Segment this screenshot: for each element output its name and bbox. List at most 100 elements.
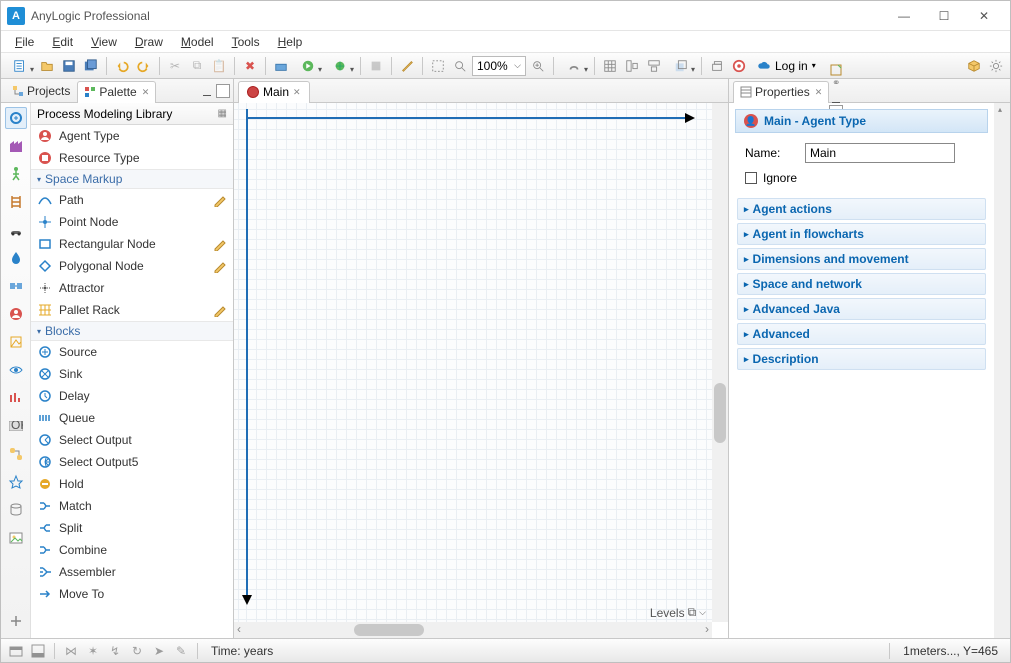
- section-description[interactable]: Description: [737, 348, 986, 370]
- save-button[interactable]: [59, 56, 79, 76]
- cat-connectivity[interactable]: [5, 499, 27, 521]
- menu-file[interactable]: File: [7, 33, 42, 51]
- item-select-output5[interactable]: Select Output5: [31, 451, 233, 473]
- align-v-button[interactable]: [644, 56, 664, 76]
- redo-button[interactable]: [134, 56, 154, 76]
- item-poly-node[interactable]: Polygonal Node: [31, 255, 233, 277]
- item-assembler[interactable]: Assembler: [31, 561, 233, 583]
- scrollbar-horizontal[interactable]: [234, 622, 712, 638]
- section-agent-flowcharts[interactable]: Agent in flowcharts: [737, 223, 986, 245]
- item-attractor[interactable]: Attractor: [31, 277, 233, 299]
- item-match[interactable]: Match: [31, 495, 233, 517]
- canvas-grid[interactable]: [234, 103, 712, 622]
- close-button[interactable]: ✕: [964, 2, 1004, 30]
- section-agent-actions[interactable]: Agent actions: [737, 198, 986, 220]
- section-space-network[interactable]: Space and network: [737, 273, 986, 295]
- zoom-in-button[interactable]: [528, 56, 548, 76]
- sb-snap5-icon[interactable]: ➤: [150, 642, 168, 660]
- cat-analysis[interactable]: [5, 387, 27, 409]
- group-blocks[interactable]: Blocks: [31, 321, 233, 341]
- tab-properties[interactable]: Properties ✕: [733, 81, 829, 103]
- item-move-to[interactable]: Move To: [31, 583, 233, 605]
- minimize-view-button[interactable]: [200, 84, 214, 98]
- order-button[interactable]: [666, 56, 696, 76]
- canvas-area[interactable]: Levels ⧉ ⌵: [234, 103, 728, 638]
- close-icon[interactable]: ✕: [142, 87, 150, 98]
- cut-button[interactable]: ✂: [165, 56, 185, 76]
- run-button[interactable]: [293, 56, 323, 76]
- tab-projects[interactable]: Projects: [5, 80, 77, 102]
- stop-button[interactable]: [366, 56, 386, 76]
- cat-add[interactable]: [5, 610, 27, 632]
- cat-presentation[interactable]: [5, 331, 27, 353]
- cat-action[interactable]: [5, 471, 27, 493]
- menu-help[interactable]: Help: [270, 33, 311, 51]
- maximize-view-button[interactable]: [216, 84, 230, 98]
- item-rect-node[interactable]: Rectangular Node: [31, 233, 233, 255]
- new-button[interactable]: [5, 56, 35, 76]
- open-button[interactable]: [37, 56, 57, 76]
- close-icon[interactable]: ✕: [293, 87, 301, 98]
- menu-tools[interactable]: Tools: [224, 33, 268, 51]
- sb-view-icon[interactable]: [7, 642, 25, 660]
- item-resource-type[interactable]: Resource Type: [31, 147, 233, 169]
- section-advanced[interactable]: Advanced: [737, 323, 986, 345]
- cat-system[interactable]: [5, 275, 27, 297]
- cat-controls[interactable]: OK: [5, 415, 27, 437]
- copy-button[interactable]: ⧉: [187, 56, 207, 76]
- maximize-button[interactable]: ☐: [924, 2, 964, 30]
- props-action-icon[interactable]: [829, 63, 843, 77]
- sb-snap3-icon[interactable]: ↯: [106, 642, 124, 660]
- item-point-node[interactable]: Point Node: [31, 211, 233, 233]
- grid-view-icon[interactable]: ▦: [218, 108, 227, 119]
- help-icon[interactable]: [729, 56, 749, 76]
- grid-button[interactable]: [600, 56, 620, 76]
- cat-rail[interactable]: [5, 191, 27, 213]
- zoom-fit-button[interactable]: [428, 56, 448, 76]
- item-agent-type[interactable]: Agent Type: [31, 125, 233, 147]
- item-pallet-rack[interactable]: Pallet Rack: [31, 299, 233, 321]
- login-button[interactable]: Log in ▾: [751, 56, 822, 76]
- sb-snap6-icon[interactable]: ✎: [172, 642, 190, 660]
- zoom-out-button[interactable]: [450, 56, 470, 76]
- group-space-markup[interactable]: Space Markup: [31, 169, 233, 189]
- section-advanced-java[interactable]: Advanced Java: [737, 298, 986, 320]
- cat-space[interactable]: [5, 359, 27, 381]
- layers-button[interactable]: [707, 56, 727, 76]
- debug-button[interactable]: [325, 56, 355, 76]
- item-source[interactable]: Source: [31, 341, 233, 363]
- item-queue[interactable]: Queue: [31, 407, 233, 429]
- cube-icon[interactable]: [964, 56, 984, 76]
- item-select-output[interactable]: Select Output: [31, 429, 233, 451]
- sb-snap4-icon[interactable]: ↻: [128, 642, 146, 660]
- item-combine[interactable]: Combine: [31, 539, 233, 561]
- levels-control[interactable]: Levels ⧉ ⌵: [650, 605, 706, 620]
- sb-snap1-icon[interactable]: ⋈: [62, 642, 80, 660]
- close-icon[interactable]: ✕: [815, 87, 823, 98]
- item-sink[interactable]: Sink: [31, 363, 233, 385]
- build-button[interactable]: [271, 56, 291, 76]
- cat-pictures[interactable]: [5, 527, 27, 549]
- link-icon[interactable]: ⚭: [829, 77, 843, 91]
- item-delay[interactable]: Delay: [31, 385, 233, 407]
- paste-button[interactable]: 📋: [209, 56, 229, 76]
- menu-view[interactable]: View: [83, 33, 125, 51]
- sb-snap2-icon[interactable]: ✶: [84, 642, 102, 660]
- ignore-checkbox[interactable]: Ignore: [729, 167, 994, 189]
- minimize-button[interactable]: —: [884, 2, 924, 30]
- cat-agent[interactable]: [5, 303, 27, 325]
- highlight-button[interactable]: [397, 56, 417, 76]
- zoom-combo[interactable]: 100%: [472, 56, 526, 76]
- menu-model[interactable]: Model: [173, 33, 222, 51]
- undo-button[interactable]: [112, 56, 132, 76]
- gear-icon[interactable]: [986, 56, 1006, 76]
- snap-button[interactable]: [559, 56, 589, 76]
- item-split[interactable]: Split: [31, 517, 233, 539]
- scrollbar-vertical[interactable]: [994, 103, 1010, 638]
- item-path[interactable]: Path: [31, 189, 233, 211]
- tab-palette[interactable]: Palette ✕: [77, 81, 156, 103]
- item-hold[interactable]: Hold: [31, 473, 233, 495]
- name-field[interactable]: [805, 143, 955, 163]
- sb-collapse-icon[interactable]: [29, 642, 47, 660]
- cat-road[interactable]: [5, 219, 27, 241]
